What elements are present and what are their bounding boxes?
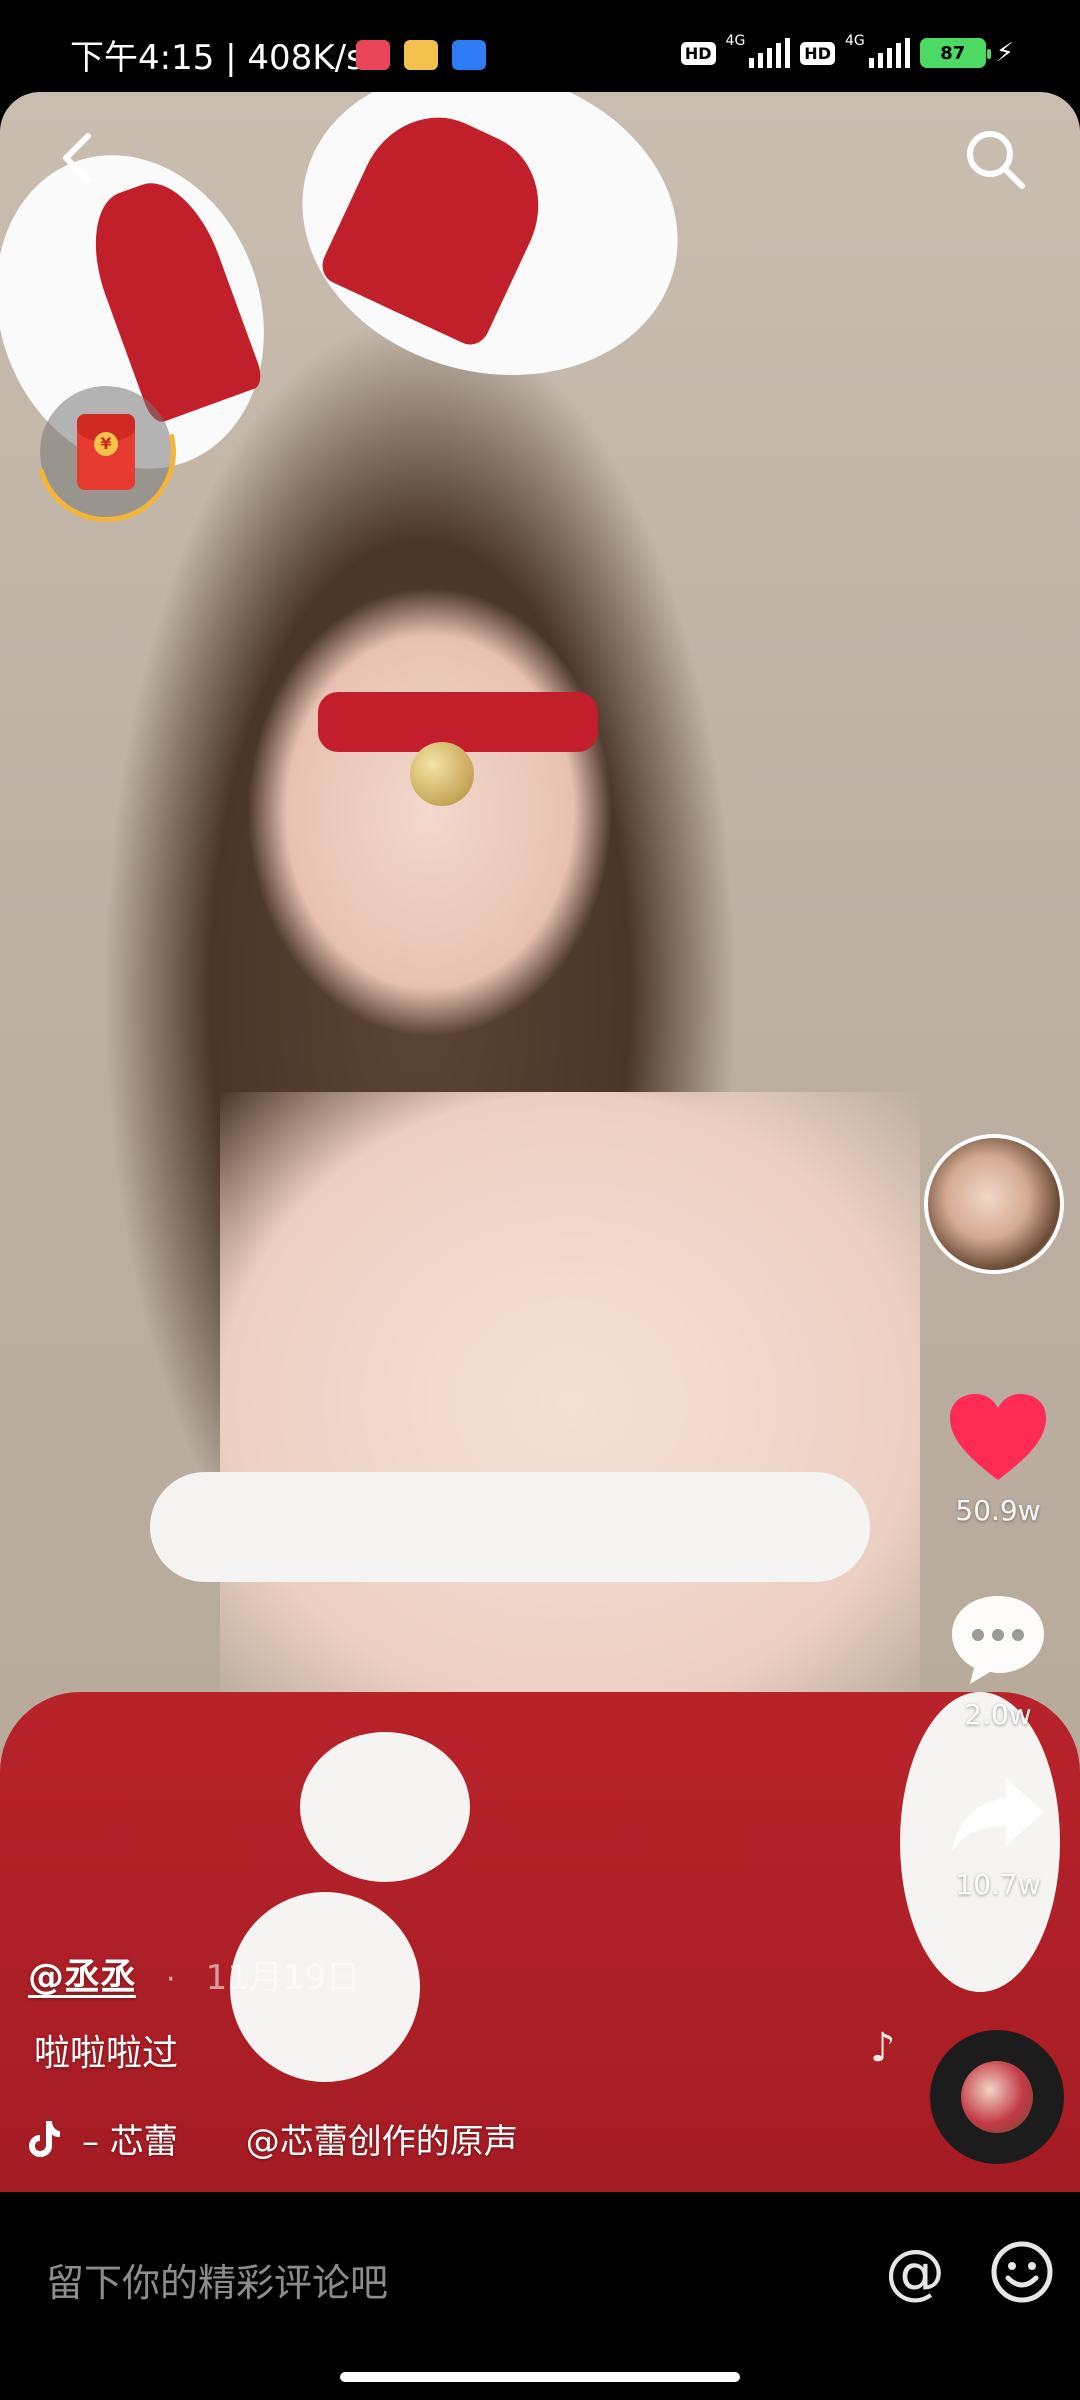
video-description: 啦啦啦过 xyxy=(34,2033,179,2074)
red-packet-button[interactable]: ¥ xyxy=(10,356,202,548)
emoji-icon[interactable] xyxy=(990,2240,1054,2304)
bell xyxy=(410,742,474,806)
comment-count: 2.0w xyxy=(964,1698,1032,1731)
hd-badge: HD xyxy=(680,41,716,65)
comment-button[interactable]: 2.0w xyxy=(928,1590,1068,1731)
home-indicator[interactable] xyxy=(340,2372,740,2382)
battery-icon: 87 xyxy=(919,38,991,68)
status-time: 下午4:15 | 408K/s xyxy=(70,38,364,78)
choker xyxy=(318,692,598,752)
share-icon xyxy=(952,1778,1044,1852)
status-right: HD 4G HD 4G 87 ⚡ xyxy=(680,33,1014,68)
signal-icon xyxy=(868,38,910,68)
like-button[interactable]: 50.9w xyxy=(928,1390,1068,1527)
status-app-icons xyxy=(356,40,486,70)
music-info[interactable]: – 芯蕾 @芯蕾创作的原声 xyxy=(26,2114,518,2163)
red-packet-icon: ¥ xyxy=(77,414,135,490)
signal-icon xyxy=(749,38,791,68)
search-icon[interactable] xyxy=(960,124,1030,194)
notification-app-icon xyxy=(404,40,438,70)
post-date: 11月19日 xyxy=(205,1958,361,1998)
video-player[interactable] xyxy=(0,92,1080,2192)
status-bar: 下午4:15 | 408K/s HD 4G HD 4G 87 ⚡ xyxy=(0,0,1080,92)
author-avatar[interactable] xyxy=(924,1134,1064,1274)
notification-app-icon xyxy=(356,40,390,70)
network-type: 4G xyxy=(725,33,746,49)
author-row: @丞丞 · 11月19日 xyxy=(28,1948,360,2000)
network-type: 4G xyxy=(844,33,865,49)
charging-icon: ⚡ xyxy=(995,38,1014,68)
author-name[interactable]: @丞丞 xyxy=(28,1948,136,2000)
heart-icon xyxy=(950,1394,1046,1480)
comment-bar: 留下你的精彩评论吧 @ xyxy=(0,2192,1080,2400)
svg-text:@: @ xyxy=(885,2238,945,2307)
music-note-icon: ♪ xyxy=(870,2025,896,2071)
comment-icon xyxy=(952,1596,1044,1684)
battery-level: 87 xyxy=(940,42,966,64)
music-cover xyxy=(961,2061,1033,2133)
hd-badge: HD xyxy=(800,41,835,65)
pompom xyxy=(300,1732,470,1882)
like-count: 50.9w xyxy=(955,1494,1041,1527)
music-disc[interactable] xyxy=(930,2030,1064,2164)
fur-trim xyxy=(150,1472,870,1582)
at-icon[interactable]: @ xyxy=(880,2238,950,2308)
coin-icon: ¥ xyxy=(94,432,118,456)
share-button[interactable]: 10.7w xyxy=(928,1770,1068,1901)
shoulders xyxy=(220,1092,920,1712)
back-icon[interactable] xyxy=(50,128,110,188)
tiktok-icon xyxy=(29,2120,60,2157)
share-count: 10.7w xyxy=(955,1868,1041,1901)
music-title: – 芯蕾 @芯蕾创作的原声 xyxy=(82,2122,518,2162)
separator-dot: · xyxy=(166,1962,176,1997)
comment-input[interactable]: 留下你的精彩评论吧 xyxy=(46,2252,388,2307)
notification-app-icon xyxy=(452,40,486,70)
